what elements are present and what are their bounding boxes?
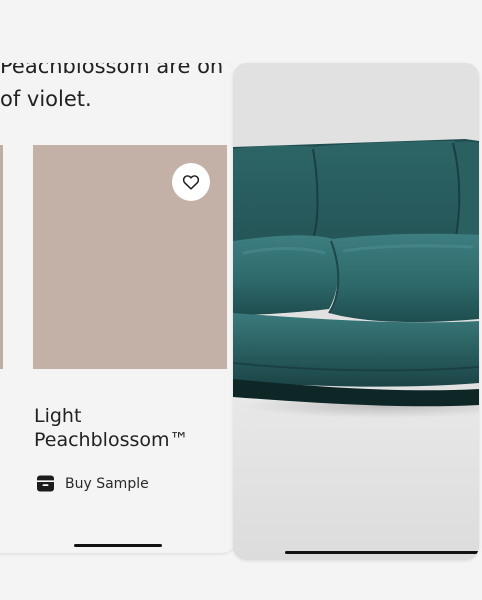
description-line-2: of violet. [0,87,92,111]
color-name-line-1: Light [34,405,82,427]
color-name-line-2: Peachblossom™ [34,429,189,451]
favorite-button[interactable] [172,163,210,201]
sample-box-icon [37,475,54,492]
left-phone-screen: Peachblossom are on of violet. Light Pea… [0,63,236,553]
right-phone-screen [233,63,479,560]
previous-color-swatch[interactable] [0,145,3,369]
sofa-image [233,63,479,560]
heart-outline-icon [182,175,200,190]
description-line-1: Peachblossom are on [0,63,224,78]
color-name: Light Peachblossom™ [34,404,224,452]
buy-sample-button[interactable]: Buy Sample [36,474,149,493]
home-indicator[interactable] [74,544,162,547]
color-swatch[interactable] [33,145,227,369]
buy-sample-label: Buy Sample [65,475,149,492]
home-indicator[interactable] [285,551,479,554]
screen-canvas: Peachblossom are on of violet. Light Pea… [0,0,482,600]
